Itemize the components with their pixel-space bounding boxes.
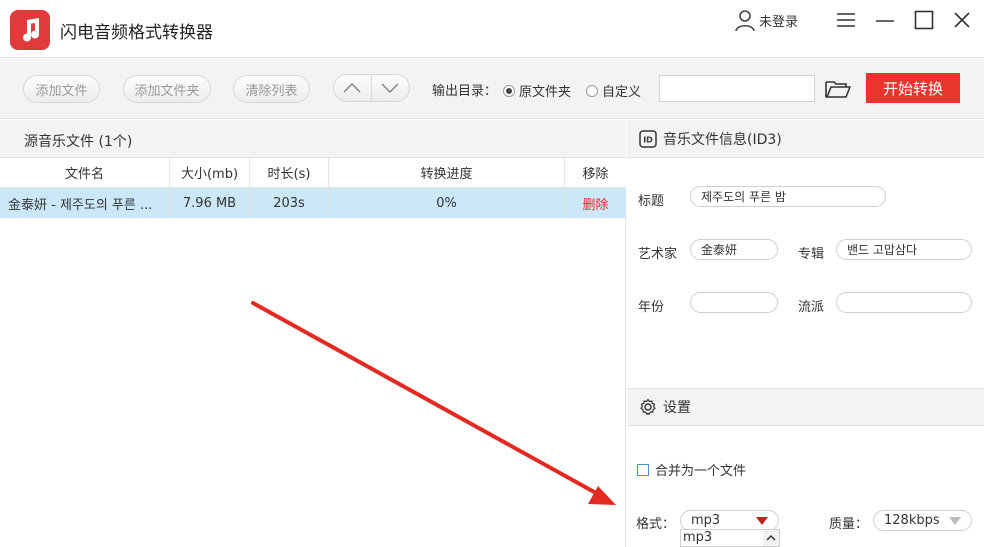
- start-convert-button[interactable]: 开始转换: [866, 73, 960, 103]
- col-progress: 转换进度: [329, 158, 565, 187]
- id3-header: ID 音乐文件信息(ID3): [627, 120, 984, 158]
- file-list-panel: 源音乐文件 (1个) 文件名 大小(mb) 时长(s) 转换进度 移除 金泰妍 …: [0, 120, 626, 547]
- year-field[interactable]: [690, 292, 778, 313]
- browse-folder-button[interactable]: [823, 77, 853, 101]
- output-path-input[interactable]: [659, 75, 815, 102]
- col-file-name: 文件名: [0, 158, 170, 187]
- col-remove: 移除: [582, 167, 609, 182]
- dropdown-arrow-icon: [949, 516, 961, 525]
- close-icon: [954, 12, 970, 28]
- maximize-button[interactable]: [912, 8, 936, 32]
- dropdown-arrow-icon: [756, 516, 768, 525]
- row-delete-link[interactable]: 删除: [565, 188, 626, 218]
- svg-text:ID: ID: [643, 135, 653, 144]
- maximize-icon: [914, 10, 934, 30]
- settings-title: 设置: [663, 400, 691, 416]
- merge-label: 合并为一个文件: [655, 464, 747, 479]
- user-label: 未登录: [759, 14, 799, 30]
- col-duration: 时长(s): [250, 158, 329, 187]
- radio-dot-unchecked: [586, 84, 598, 97]
- right-panel: ID 音乐文件信息(ID3) 标题 제주도의 푸른 밤 艺术家 金泰妍 专辑 밴…: [627, 120, 984, 547]
- radio-custom-folder[interactable]: 自定义: [586, 81, 641, 100]
- format-value: mp3: [691, 513, 721, 528]
- radio-original-folder[interactable]: 原文件夹: [503, 81, 571, 100]
- title-label: 标题: [638, 194, 665, 209]
- minimize-button[interactable]: [873, 8, 897, 32]
- radio-original-label: 原文件夹: [519, 85, 572, 100]
- move-buttons: [333, 74, 410, 102]
- minimize-icon: [876, 20, 894, 22]
- radio-custom-label: 自定义: [602, 85, 642, 100]
- radio-dot-checked: [503, 84, 515, 97]
- output-dir-label: 输出目录：: [432, 84, 498, 99]
- file-table-header: 文件名 大小(mb) 时长(s) 转换进度 移除: [0, 158, 626, 188]
- album-field[interactable]: 밴드 고맙삼다: [836, 239, 972, 260]
- clear-list-button[interactable]: 清除列表: [233, 75, 310, 103]
- add-file-button[interactable]: 添加文件: [23, 75, 100, 103]
- settings-header: 设置: [627, 388, 984, 426]
- dropdown-scroll-up[interactable]: [763, 530, 779, 546]
- hamburger-icon: [837, 13, 855, 27]
- row-file-name: 金泰妍 - 제주도의 푸른 ...: [0, 188, 170, 218]
- col-size: 大小(mb): [170, 158, 250, 187]
- close-button[interactable]: [950, 8, 974, 32]
- row-progress: 0%: [329, 188, 565, 218]
- artist-label: 艺术家: [638, 247, 678, 262]
- quality-label: 质量：: [829, 517, 869, 532]
- quality-select[interactable]: 128kbps: [873, 510, 972, 531]
- row-duration: 203s: [250, 188, 329, 218]
- add-folder-button[interactable]: 添加文件夹: [123, 75, 211, 103]
- move-up-button[interactable]: [334, 75, 372, 101]
- checkbox-box: [637, 463, 649, 476]
- chevron-down-icon: [381, 83, 399, 93]
- dropdown-option[interactable]: mp3: [683, 530, 712, 545]
- merge-checkbox[interactable]: 合并为一个文件: [637, 460, 746, 479]
- move-down-button[interactable]: [372, 75, 410, 101]
- id3-title: 音乐文件信息(ID3): [663, 131, 782, 148]
- app-title: 闪电音频格式转换器: [60, 23, 213, 43]
- menu-button[interactable]: [834, 8, 858, 32]
- format-select[interactable]: mp3: [680, 510, 779, 531]
- user-login[interactable]: 未登录: [733, 8, 798, 32]
- album-label: 专辑: [798, 247, 825, 262]
- chevron-up-icon: [766, 535, 776, 541]
- gear-icon: [640, 398, 656, 415]
- title-bar: 闪电音频格式转换器 未登录: [0, 0, 984, 58]
- file-list-title: 源音乐文件 (1个): [24, 134, 133, 150]
- row-size: 7.96 MB: [170, 188, 250, 218]
- genre-label: 流派: [798, 300, 825, 315]
- year-label: 年份: [638, 300, 665, 315]
- folder-open-icon: [825, 81, 851, 98]
- chevron-up-icon: [343, 83, 361, 93]
- file-list-header: 源音乐文件 (1个): [0, 120, 626, 158]
- title-field[interactable]: 제주도의 푸른 밤: [690, 186, 886, 207]
- genre-field[interactable]: [836, 292, 972, 313]
- table-row[interactable]: 金泰妍 - 제주도의 푸른 ... 7.96 MB 203s 0% 删除: [0, 188, 626, 218]
- id3-icon: ID: [639, 129, 657, 148]
- quality-value: 128kbps: [884, 513, 940, 528]
- format-label: 格式：: [636, 517, 676, 532]
- user-icon: [735, 10, 755, 32]
- artist-field[interactable]: 金泰妍: [690, 239, 778, 260]
- app-logo-icon: [10, 10, 50, 50]
